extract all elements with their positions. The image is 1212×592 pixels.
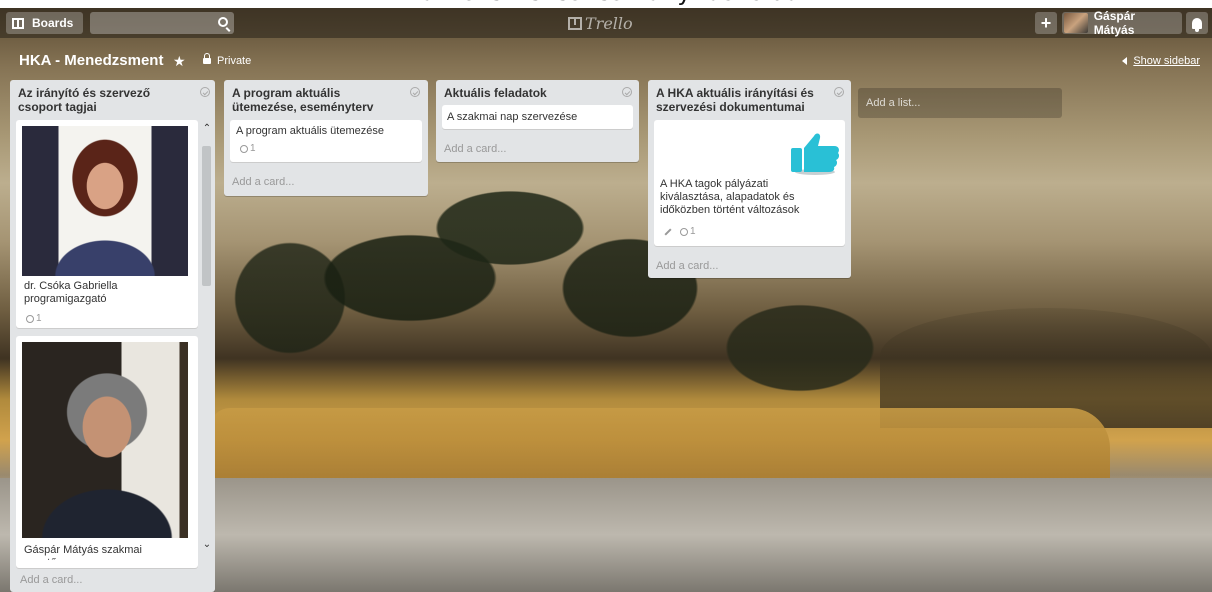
list-title[interactable]: Aktuális feladatok <box>444 86 614 100</box>
top-header: Boards Trello + Gáspár Mátyás <box>0 8 1212 38</box>
search-icon[interactable] <box>218 17 228 27</box>
paperclip-icon <box>24 312 36 325</box>
list-card[interactable]: A HKA tagok pályázati kiválasztása, alap… <box>654 120 845 246</box>
attachment-badge: 1 <box>24 312 42 325</box>
star-icon[interactable]: ★ <box>173 53 186 70</box>
member-name: Gáspár Mátyás <box>1093 9 1136 37</box>
background-grass <box>210 408 1110 488</box>
attachment-count: 1 <box>250 143 256 154</box>
card-badges: 1 <box>664 225 696 238</box>
card-text: Gáspár Mátyás szakmai vezető <box>24 544 142 560</box>
add-card-link[interactable]: Add a card... <box>20 574 82 586</box>
attachment-count: 1 <box>690 226 696 237</box>
trello-logo-icon <box>568 17 582 30</box>
card-photo-man <box>22 342 188 538</box>
lock-icon <box>203 53 211 64</box>
list-menu-icon[interactable] <box>410 87 420 97</box>
list-menu-icon[interactable] <box>622 87 632 97</box>
scroll-down-icon[interactable]: ⌄ <box>202 540 212 550</box>
thumbs-up-icon <box>791 133 840 175</box>
add-list-input[interactable]: Add a list... <box>858 88 1062 118</box>
member-menu-button[interactable]: Gáspár Mátyás <box>1062 9 1182 37</box>
plus-icon: + <box>1040 12 1052 33</box>
card-photo-woman <box>22 126 188 276</box>
triangle-left-icon <box>1122 57 1128 65</box>
trello-window: Boards Trello + Gáspár Mátyás HKA - Mene… <box>0 8 1212 592</box>
scroll-thumb[interactable] <box>202 146 211 286</box>
attachment-count: 1 <box>36 313 42 324</box>
list-card[interactable]: A program aktuális ütemezése 1 <box>230 120 422 162</box>
boards-label: Boards <box>32 16 74 30</box>
trello-logo[interactable]: Trello <box>568 14 633 33</box>
list-scrollbar[interactable]: ⌃ ⌄ <box>200 124 213 564</box>
attachment-badge: 1 <box>238 142 256 155</box>
bell-icon <box>1192 17 1202 32</box>
list-card[interactable]: dr. Csóka Gabriella programigazgató 1 <box>16 120 198 328</box>
show-sidebar-link[interactable]: Show sidebar <box>1122 55 1200 67</box>
search-input[interactable] <box>90 12 234 34</box>
board-header: HKA - Menedzsment ★ Private Show sidebar <box>0 44 1212 76</box>
boards-button[interactable]: Boards <box>6 12 83 34</box>
list-title[interactable]: A program aktuális ütemezése, eseményter… <box>232 86 402 114</box>
list-title[interactable]: Az irányító és szervező csoport tagjai <box>18 86 188 114</box>
list-hka-dokumentumok: A HKA aktuális irányítási és szervezési … <box>648 80 851 278</box>
add-button[interactable]: + <box>1035 12 1057 34</box>
notifications-button[interactable] <box>1186 12 1208 34</box>
list-menu-icon[interactable] <box>834 87 844 97</box>
list-menu-icon[interactable] <box>200 87 210 97</box>
avatar <box>1064 13 1088 33</box>
list-card[interactable]: Gáspár Mátyás szakmai vezető <box>16 336 198 568</box>
add-card-link[interactable]: Add a card... <box>444 143 506 155</box>
add-card-link[interactable]: Add a card... <box>232 176 294 188</box>
list-program-utemezes: A program aktuális ütemezése, eseményter… <box>224 80 428 196</box>
page-caption: Zárt szervezési és irányítási oldal <box>0 0 1212 8</box>
paperclip-icon <box>238 142 250 155</box>
paperclip-icon <box>678 225 690 238</box>
scroll-up-icon[interactable]: ⌃ <box>202 124 212 134</box>
board-title[interactable]: HKA - Menedzsment <box>19 52 163 69</box>
card-text: dr. Csóka Gabriella programigazgató <box>24 280 118 305</box>
boards-icon <box>12 17 24 29</box>
pencil-icon[interactable] <box>664 227 672 236</box>
list-irany-es-szervezo-csoport: Az irányító és szervező csoport tagjai d… <box>10 80 215 592</box>
list-title[interactable]: A HKA aktuális irányítási és szervezési … <box>656 86 826 114</box>
show-sidebar-label: Show sidebar <box>1133 55 1200 67</box>
trello-logo-text: Trello <box>585 14 633 33</box>
add-card-link[interactable]: Add a card... <box>656 260 718 272</box>
card-text: A szakmai nap szervezése <box>447 111 578 123</box>
card-text: A HKA tagok pályázati kiválasztása, alap… <box>660 178 800 216</box>
privacy-label[interactable]: Private <box>217 55 251 67</box>
list-aktualis-feladatok: Aktuális feladatok A szakmai nap szervez… <box>436 80 639 162</box>
card-text: A program aktuális ütemezése <box>236 125 384 137</box>
list-card[interactable]: A szakmai nap szervezése <box>442 105 633 129</box>
